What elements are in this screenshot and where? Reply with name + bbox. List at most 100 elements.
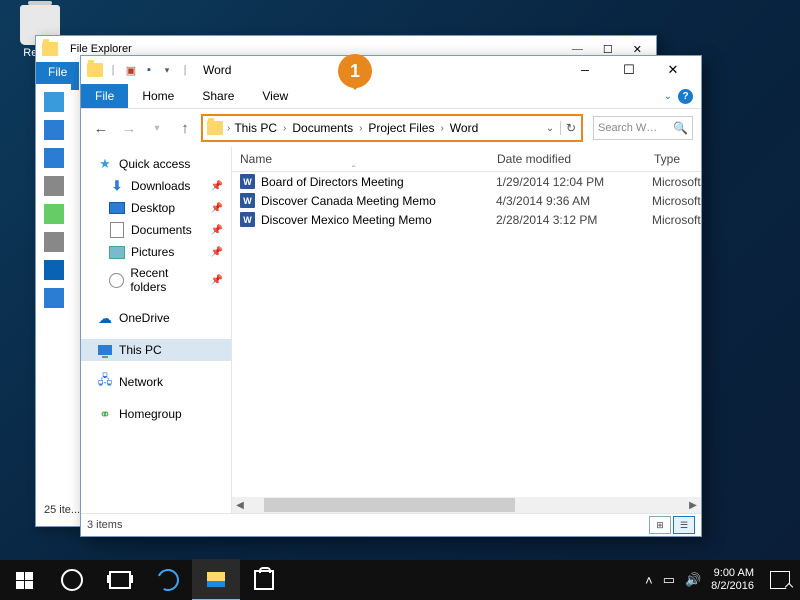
help-icon[interactable]: ? [678,89,693,104]
app-folder-icon [87,63,103,77]
sidebar-item-pictures[interactable]: Pictures 📌 [81,241,231,263]
tab-file[interactable]: File [81,84,128,108]
scroll-right-arrow[interactable]: ▶ [685,500,701,511]
view-details-button[interactable]: ☰ [673,516,695,534]
cortana-button[interactable] [48,560,96,600]
address-dropdown-button[interactable]: ⌄ [540,123,560,134]
downloads-icon: ⬇ [109,178,125,194]
view-large-icons-button[interactable]: ⊞ [649,516,671,534]
crumb-project-files[interactable]: Project Files [364,121,438,135]
maximize-button[interactable]: ☐ [607,56,651,84]
crumb-this-pc[interactable]: This PC [230,121,281,135]
sidebar-item-homegroup[interactable]: ⚭ Homegroup [81,403,231,425]
sidebar-label: Recent folders [130,266,204,294]
close-button[interactable]: ✕ [651,56,695,84]
search-input[interactable]: Search W… 🔍 [593,116,693,140]
qat-separator: | [177,62,193,78]
chevron-right-icon[interactable]: › [357,123,364,134]
window-controls: — ☐ ✕ [563,56,695,84]
scroll-left-arrow[interactable]: ◀ [232,500,248,511]
qat-separator: | [105,62,121,78]
bg-close-button[interactable]: ✕ [633,43,642,56]
sidebar-item-quick-access[interactable]: ★ Quick access [81,153,231,175]
taskbar-edge[interactable] [144,560,192,600]
document-icon [110,222,124,238]
tab-share[interactable]: Share [188,84,248,108]
file-row[interactable]: W Discover Mexico Meeting Memo 2/28/2014 … [232,210,701,229]
chevron-right-icon[interactable]: › [281,123,288,134]
cortana-icon [61,569,83,591]
titlebar[interactable]: | ▣ ▪ ▾ | Word — ☐ ✕ [81,56,701,84]
status-bar: 3 items ⊞ ☰ [81,513,701,536]
file-row[interactable]: WBoard of Directors Meeting 1/29/2014 12… [232,172,701,191]
task-view-button[interactable] [96,560,144,600]
sidebar-item-desktop[interactable]: Desktop 📌 [81,197,231,219]
new-folder-icon[interactable]: ▪ [141,62,157,78]
window-body: ★ Quick access ⬇ Downloads 📌 Desktop 📌 D… [81,147,701,513]
column-type[interactable]: Type [646,152,701,166]
file-name: Discover Mexico Meeting Memo [261,213,432,227]
taskbar-clock[interactable]: 9:00 AM 8/2/2016 [711,567,754,593]
file-list[interactable]: WBoard of Directors Meeting 1/29/2014 12… [232,172,701,497]
ribbon-expand-icon[interactable]: ⌄ [664,91,672,102]
search-icon: 🔍 [673,121,688,135]
file-name: Discover Canada Meeting Memo [261,194,436,208]
crumb-word[interactable]: Word [446,121,482,135]
sidebar-item-this-pc[interactable]: This PC [81,339,231,361]
clock-time: 9:00 AM [711,567,754,580]
up-button[interactable]: ↑ [173,116,197,140]
bg-minimize-button[interactable]: — [572,43,583,56]
minimize-button[interactable]: — [563,56,607,84]
sidebar-item-network[interactable]: 🖧 Network [81,371,231,393]
sidebar-label: Pictures [131,245,174,259]
column-date[interactable]: Date modified [489,152,646,166]
taskbar-store[interactable] [240,560,288,600]
column-name[interactable]: Name [232,152,489,166]
navigation-bar: ← → ▾ ↑ › This PC› Documents› Project Fi… [81,109,701,147]
file-list-pane: Name Date modified Type WBoard of Direct… [232,147,701,513]
file-date: 2/28/2014 3:12 PM [488,213,644,227]
forward-button[interactable]: → [117,116,141,140]
file-type: Microsoft Word... [644,175,701,189]
scrollbar-track[interactable] [264,497,669,513]
network-icon: 🖧 [97,374,113,390]
ribbon-tabs: File Home Share View ⌄ ? [81,84,701,109]
bg-maximize-button[interactable]: ☐ [603,43,613,56]
clock-date: 8/2/2016 [711,580,754,593]
volume-icon[interactable]: 🔊 [685,572,701,588]
horizontal-scrollbar[interactable]: ◀ ▶ [232,497,701,513]
window-title: Word [203,63,231,77]
star-icon: ★ [97,156,113,172]
breadcrumb: This PC› Documents› Project Files› Word [230,121,540,135]
column-headers: Name Date modified Type [232,147,701,172]
sidebar-item-downloads[interactable]: ⬇ Downloads 📌 [81,175,231,197]
file-row[interactable]: WDiscover Canada Meeting Memo 4/3/2014 9… [232,191,701,210]
desktop-icon [109,202,125,214]
sidebar-item-recent[interactable]: Recent folders 📌 [81,263,231,297]
sidebar-label: Desktop [131,201,175,215]
scrollbar-thumb[interactable] [264,498,515,512]
properties-icon[interactable]: ▣ [123,62,139,78]
address-bar[interactable]: › This PC› Documents› Project Files› Wor… [201,114,583,142]
recent-locations-button[interactable]: ▾ [145,116,169,140]
tab-home[interactable]: Home [128,84,188,108]
word-doc-icon: W [240,174,255,189]
battery-icon[interactable]: ▭ [663,572,675,588]
tab-view[interactable]: View [248,84,302,108]
back-button[interactable]: ← [89,116,113,140]
file-explorer-icon [207,572,225,587]
sidebar-item-documents[interactable]: Documents 📌 [81,219,231,241]
tray-overflow-icon[interactable]: ˄ [645,573,653,588]
taskbar: ˄ ▭ 🔊 9:00 AM 8/2/2016 [0,560,800,600]
taskbar-file-explorer[interactable] [192,559,240,600]
homegroup-icon: ⚭ [97,406,113,422]
start-button[interactable] [0,560,48,600]
crumb-documents[interactable]: Documents [288,121,357,135]
action-center-icon[interactable] [770,571,790,589]
sidebar-item-onedrive[interactable]: ☁ OneDrive [81,307,231,329]
qat-customize-icon[interactable]: ▾ [159,62,175,78]
view-mode-buttons: ⊞ ☰ [649,516,695,534]
refresh-button[interactable]: ↻ [560,121,581,135]
chevron-right-icon[interactable]: › [438,123,445,134]
word-doc-icon: W [240,212,255,227]
